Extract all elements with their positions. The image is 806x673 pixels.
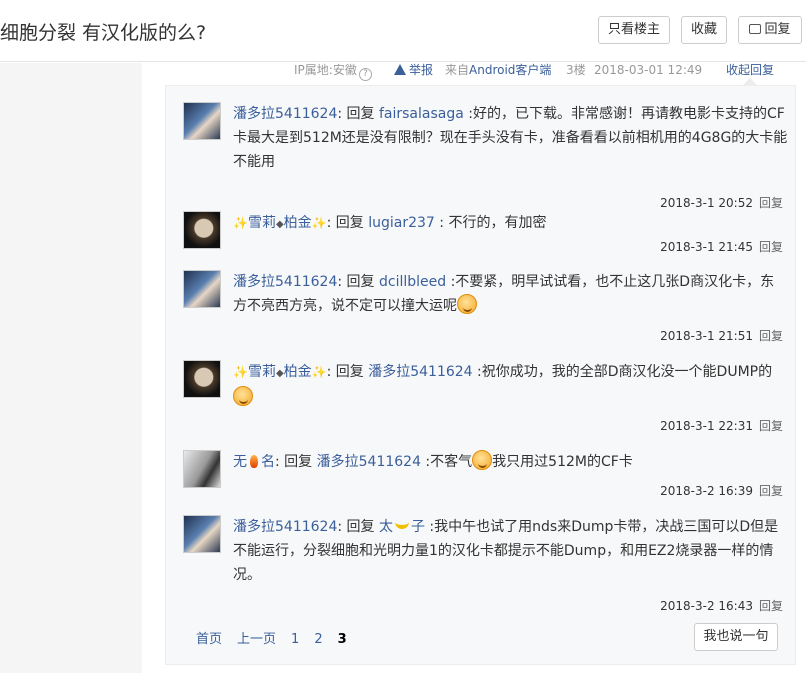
reply-meta: 2018-3-2 16:39 回复: [660, 484, 783, 498]
current-page: 3: [337, 632, 347, 647]
sub-reply-button[interactable]: 回复: [759, 484, 783, 498]
reply-time: 2018-3-1 20:52: [660, 196, 753, 210]
sub-reply-button[interactable]: 回复: [759, 240, 783, 254]
reply-time: 2018-3-1 22:31: [660, 419, 753, 433]
sub-reply-button[interactable]: 回复: [759, 419, 783, 433]
reply-button[interactable]: 回复: [738, 16, 802, 44]
favorite-button[interactable]: 收藏: [681, 16, 727, 44]
reply-text: 我只用过512M的CF卡: [492, 454, 633, 470]
report-label: 举报: [409, 63, 434, 77]
sub-reply-content: ✨雪莉◆柏金✨: 回复 潘多拉5411624 :祝你成功，我的全部D商汉化没一个…: [233, 360, 788, 410]
smile-emoji-icon: [472, 450, 493, 470]
flame-icon: [250, 455, 258, 468]
sub-reply-button[interactable]: 回复: [759, 196, 783, 210]
reply-meta: 2018-3-2 16:43 回复: [660, 599, 783, 613]
username-link[interactable]: 潘多拉5411624: [233, 106, 337, 122]
comment-icon: [749, 24, 762, 34]
help-icon[interactable]: ?: [358, 68, 372, 81]
avatar[interactable]: [183, 102, 221, 140]
username-link[interactable]: 无名: [233, 454, 275, 470]
sub-reply-box: 潘多拉5411624: 回复 fairsalasaga :好的，已下载。非常感谢…: [165, 85, 796, 665]
only-op-button[interactable]: 只看楼主: [598, 16, 670, 44]
reply-target-link[interactable]: 潘多拉5411624: [368, 364, 472, 380]
avatar[interactable]: [183, 360, 221, 398]
reply-button-label: 回复: [764, 22, 791, 37]
sub-reply-content: 潘多拉5411624: 回复 fairsalasaga :好的，已下载。非常感谢…: [233, 106, 788, 170]
sub-reply-content: 潘多拉5411624: 回复 太子 :我中午也试了用nds来Dump卡带，决战三…: [233, 519, 779, 583]
sub-reply-content: ✨雪莉◆柏金✨: 回复 lugiar237 : 不行的，有加密: [233, 215, 547, 231]
reply-text: :不客气: [420, 454, 473, 470]
reply-meta: 2018-3-1 22:31 回复: [660, 419, 783, 433]
pagination: 首页 上一页 1 2 3: [196, 628, 362, 647]
write-reply-button[interactable]: 我也说一句: [694, 623, 778, 651]
reply-target-link[interactable]: 太子: [379, 519, 425, 535]
sparkle-icon: ✨: [233, 365, 248, 379]
smile-emoji-icon: [457, 294, 477, 314]
reply-meta: 2018-3-1 20:52 回复: [660, 196, 783, 210]
reply-box-pointer: [743, 78, 757, 85]
ip-location-text: IP属地:安徽: [294, 63, 357, 77]
page-link-2[interactable]: 2: [314, 632, 322, 647]
diamond-icon: ◆: [275, 219, 284, 230]
reply-time: 2018-3-2 16:43: [660, 599, 753, 613]
reply-target-link[interactable]: dcillbleed: [379, 274, 446, 290]
ip-location: IP属地:安徽?: [294, 63, 372, 83]
reply-text: :祝你成功，我的全部D商汉化没一个能DUMP的: [472, 364, 773, 380]
username-link[interactable]: 雪莉◆柏金: [248, 215, 312, 231]
username-link[interactable]: 潘多拉5411624: [233, 274, 337, 290]
sub-reply-content: 无名: 回复 潘多拉5411624 :不客气 我只用过512M的CF卡: [233, 450, 788, 474]
reply-text: : 不行的，有加密: [434, 215, 547, 231]
sub-reply-button[interactable]: 回复: [759, 329, 783, 343]
thread-header: 细胞分裂 有汉化版的么? 只看楼主 收藏 回复: [0, 0, 806, 62]
avatar[interactable]: [183, 270, 221, 308]
sub-reply-content: 潘多拉5411624: 回复 dcillbleed :不要紧，明早试试看，也不止…: [233, 274, 775, 314]
diamond-icon: ◆: [275, 368, 284, 379]
page-link-1[interactable]: 1: [291, 632, 299, 647]
frown-emoji-icon: [233, 386, 253, 406]
post-source: 来自Android客户端: [445, 63, 551, 83]
reply-meta: 2018-3-1 21:51 回复: [660, 329, 783, 343]
floor-number: 3楼: [566, 63, 586, 77]
banana-icon: [394, 520, 409, 529]
reply-target-link[interactable]: 潘多拉5411624: [317, 454, 421, 470]
post-date: 2018-03-01 12:49: [594, 63, 703, 77]
author-column: [0, 63, 142, 673]
client-link[interactable]: Android客户端: [469, 63, 551, 77]
reply-target-link[interactable]: fairsalasaga: [379, 106, 464, 122]
sub-reply-button[interactable]: 回复: [759, 599, 783, 613]
reply-time: 2018-3-2 16:39: [660, 484, 753, 498]
reply-target-link[interactable]: lugiar237: [368, 215, 435, 231]
page-title: 细胞分裂 有汉化版的么?: [0, 22, 207, 44]
sparkle-icon: ✨: [311, 365, 327, 379]
first-page-link[interactable]: 首页: [196, 632, 222, 647]
avatar[interactable]: [183, 450, 221, 488]
avatar[interactable]: [183, 211, 221, 249]
warning-icon: [394, 64, 406, 75]
reply-time: 2018-3-1 21:51: [660, 329, 753, 343]
sparkle-icon: ✨: [233, 216, 248, 230]
reply-meta: 2018-3-1 21:45 回复: [660, 240, 783, 254]
username-link[interactable]: 潘多拉5411624: [233, 519, 337, 535]
avatar[interactable]: [183, 515, 221, 553]
username-link[interactable]: 雪莉◆柏金: [248, 364, 312, 380]
source-prefix: 来自: [445, 63, 470, 77]
report-link[interactable]: 举报: [394, 63, 433, 83]
reply-time: 2018-3-1 21:45: [660, 240, 753, 254]
sparkle-icon: ✨: [311, 216, 327, 230]
prev-page-link[interactable]: 上一页: [237, 632, 276, 647]
